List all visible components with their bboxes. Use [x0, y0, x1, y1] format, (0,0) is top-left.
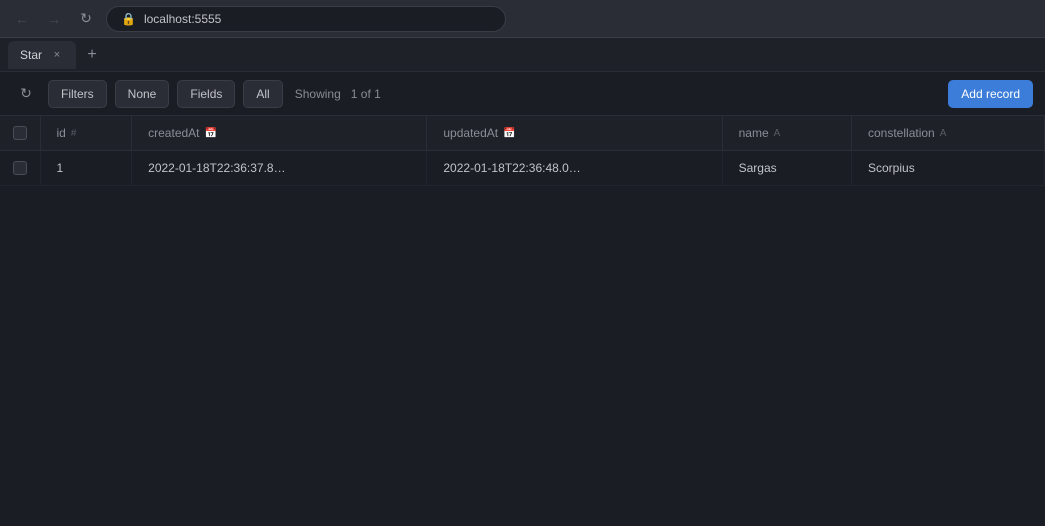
cell-createdAt: 2022-01-18T22:36:37.8…: [132, 151, 427, 186]
reload-button[interactable]: ↻: [74, 7, 98, 31]
back-button[interactable]: ←: [10, 7, 34, 31]
row-checkbox-cell: [0, 151, 40, 186]
url-text: localhost:5555: [144, 12, 221, 26]
showing-value: 1 of 1: [351, 87, 381, 101]
tab-bar: Star × +: [0, 38, 1045, 72]
tab-close-button[interactable]: ×: [50, 48, 64, 62]
col-header-id: id #: [40, 116, 132, 151]
filters-button[interactable]: Filters: [48, 80, 107, 108]
col-header-checkbox: [0, 116, 40, 151]
cell-name: Sargas: [722, 151, 851, 186]
star-tab[interactable]: Star ×: [8, 41, 76, 69]
select-all-checkbox[interactable]: [13, 126, 27, 140]
toolbar: ↻ Filters None Fields All Showing 1 of 1…: [0, 72, 1045, 116]
constellation-sort-icon[interactable]: A: [940, 128, 947, 139]
updated-at-filter-icon[interactable]: 📅: [503, 128, 515, 139]
forward-button[interactable]: →: [42, 7, 66, 31]
name-sort-icon[interactable]: A: [774, 128, 781, 139]
fields-button[interactable]: Fields: [177, 80, 235, 108]
browser-chrome: ← → ↻ 🔒 localhost:5555: [0, 0, 1045, 38]
table-header-row: id # createdAt 📅 updatedAt 📅: [0, 116, 1045, 151]
created-at-filter-icon[interactable]: 📅: [205, 128, 217, 139]
lock-icon: 🔒: [121, 12, 136, 26]
id-sort-icon[interactable]: #: [71, 128, 77, 139]
data-table: id # createdAt 📅 updatedAt 📅: [0, 116, 1045, 186]
table-body: 12022-01-18T22:36:37.8…2022-01-18T22:36:…: [0, 151, 1045, 186]
col-header-created-at: createdAt 📅: [132, 116, 427, 151]
add-record-button[interactable]: Add record: [948, 80, 1033, 108]
showing-label: Showing 1 of 1: [295, 87, 381, 101]
address-bar[interactable]: 🔒 localhost:5555: [106, 6, 506, 32]
cell-constellation: Scorpius: [852, 151, 1045, 186]
row-checkbox[interactable]: [13, 161, 27, 175]
new-tab-button[interactable]: +: [80, 43, 104, 67]
col-header-updated-at: updatedAt 📅: [427, 116, 722, 151]
refresh-button[interactable]: ↻: [12, 80, 40, 108]
col-header-constellation: constellation A: [852, 116, 1045, 151]
cell-updatedAt: 2022-01-18T22:36:48.0…: [427, 151, 722, 186]
col-header-name: name A: [722, 116, 851, 151]
table-row: 12022-01-18T22:36:37.8…2022-01-18T22:36:…: [0, 151, 1045, 186]
cell-id: 1: [40, 151, 132, 186]
all-button[interactable]: All: [243, 80, 282, 108]
none-button[interactable]: None: [115, 80, 170, 108]
tab-label: Star: [20, 48, 42, 62]
table-container: id # createdAt 📅 updatedAt 📅: [0, 116, 1045, 186]
